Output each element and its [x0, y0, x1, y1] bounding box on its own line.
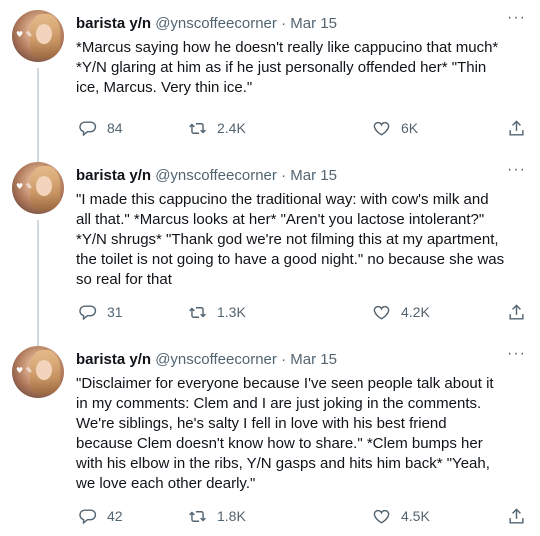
tweet-text: "I made this cappucino the traditional w…	[76, 191, 505, 288]
tweet-actions: 42 1.8K 4.5K	[76, 505, 526, 527]
share-button[interactable]	[507, 117, 526, 139]
retweet-button[interactable]: 2.4K	[188, 117, 246, 139]
like-count: 4.5K	[401, 508, 430, 524]
reply-button[interactable]: 84	[78, 117, 123, 139]
retweet-count: 1.8K	[217, 508, 246, 524]
share-icon	[509, 119, 524, 136]
display-name[interactable]: barista y/n	[76, 15, 151, 32]
tweet-header: barista y/n @ynscoffeecorner · Mar 15	[76, 350, 528, 370]
reply-count: 84	[107, 120, 123, 136]
like-count: 6K	[401, 120, 419, 136]
display-name[interactable]: barista y/n	[76, 351, 151, 368]
tweet[interactable]: ♥ ✎ barista y/n @ynscoffeecorner · Mar 1…	[0, 0, 540, 152]
tweet-text: *Marcus saying how he doesn't really lik…	[76, 39, 499, 96]
heart-icon	[373, 121, 390, 136]
user-handle[interactable]: @ynscoffeecorner	[155, 167, 277, 184]
retweet-icon	[189, 306, 206, 318]
reply-button[interactable]: 42	[78, 505, 123, 527]
tweet-actions: 84 2.4K 6K	[76, 117, 526, 139]
reply-count: 31	[107, 304, 123, 320]
tweet[interactable]: ♥ ✎ barista y/n @ynscoffeecorner · Mar 1…	[0, 152, 540, 336]
retweet-count: 2.4K	[217, 120, 246, 136]
like-button[interactable]: 4.5K	[372, 505, 430, 527]
tweet-actions: 31 1.3K 4.2K	[76, 301, 526, 323]
tweet-date[interactable]: Mar 15	[290, 167, 337, 184]
tweet-date[interactable]: Mar 15	[290, 351, 337, 368]
share-button[interactable]	[507, 505, 526, 527]
like-button[interactable]: 4.2K	[372, 301, 430, 323]
more-icon[interactable]: ···	[507, 346, 526, 362]
like-count: 4.2K	[401, 304, 430, 320]
reply-icon	[79, 304, 97, 320]
retweet-icon	[189, 510, 206, 522]
avatar[interactable]: ♥ ✎	[12, 10, 64, 62]
reply-count: 42	[107, 508, 123, 524]
heart-icon	[373, 509, 390, 524]
tweet-date[interactable]: Mar 15	[290, 15, 337, 32]
retweet-button[interactable]: 1.8K	[188, 505, 246, 527]
separator-dot: ·	[281, 351, 287, 368]
user-handle[interactable]: @ynscoffeecorner	[155, 351, 277, 368]
tweet-header: barista y/n @ynscoffeecorner · Mar 15	[76, 166, 528, 186]
tweet-header: barista y/n @ynscoffeecorner · Mar 15	[76, 14, 528, 34]
tweet-text: "Disclaimer for everyone because I've se…	[76, 375, 494, 492]
reply-icon	[79, 508, 97, 524]
more-icon[interactable]: ···	[507, 10, 526, 26]
heart-icon	[373, 305, 390, 320]
like-button[interactable]: 6K	[372, 117, 418, 139]
tweet[interactable]: ♥ ✎ barista y/n @ynscoffeecorner · Mar 1…	[0, 336, 540, 536]
separator-dot: ·	[281, 167, 287, 184]
user-handle[interactable]: @ynscoffeecorner	[155, 15, 277, 32]
separator-dot: ·	[281, 15, 287, 32]
retweet-count: 1.3K	[217, 304, 246, 320]
share-icon	[509, 507, 524, 524]
share-button[interactable]	[507, 301, 526, 323]
display-name[interactable]: barista y/n	[76, 167, 151, 184]
retweet-icon	[189, 122, 206, 134]
share-icon	[509, 303, 524, 320]
avatar[interactable]: ♥ ✎	[12, 162, 64, 214]
more-icon[interactable]: ···	[507, 162, 526, 178]
reply-button[interactable]: 31	[78, 301, 123, 323]
reply-icon	[79, 120, 97, 136]
avatar[interactable]: ♥ ✎	[12, 346, 64, 398]
tweet-thread: ♥ ✎ barista y/n @ynscoffeecorner · Mar 1…	[0, 0, 540, 536]
retweet-button[interactable]: 1.3K	[188, 301, 246, 323]
